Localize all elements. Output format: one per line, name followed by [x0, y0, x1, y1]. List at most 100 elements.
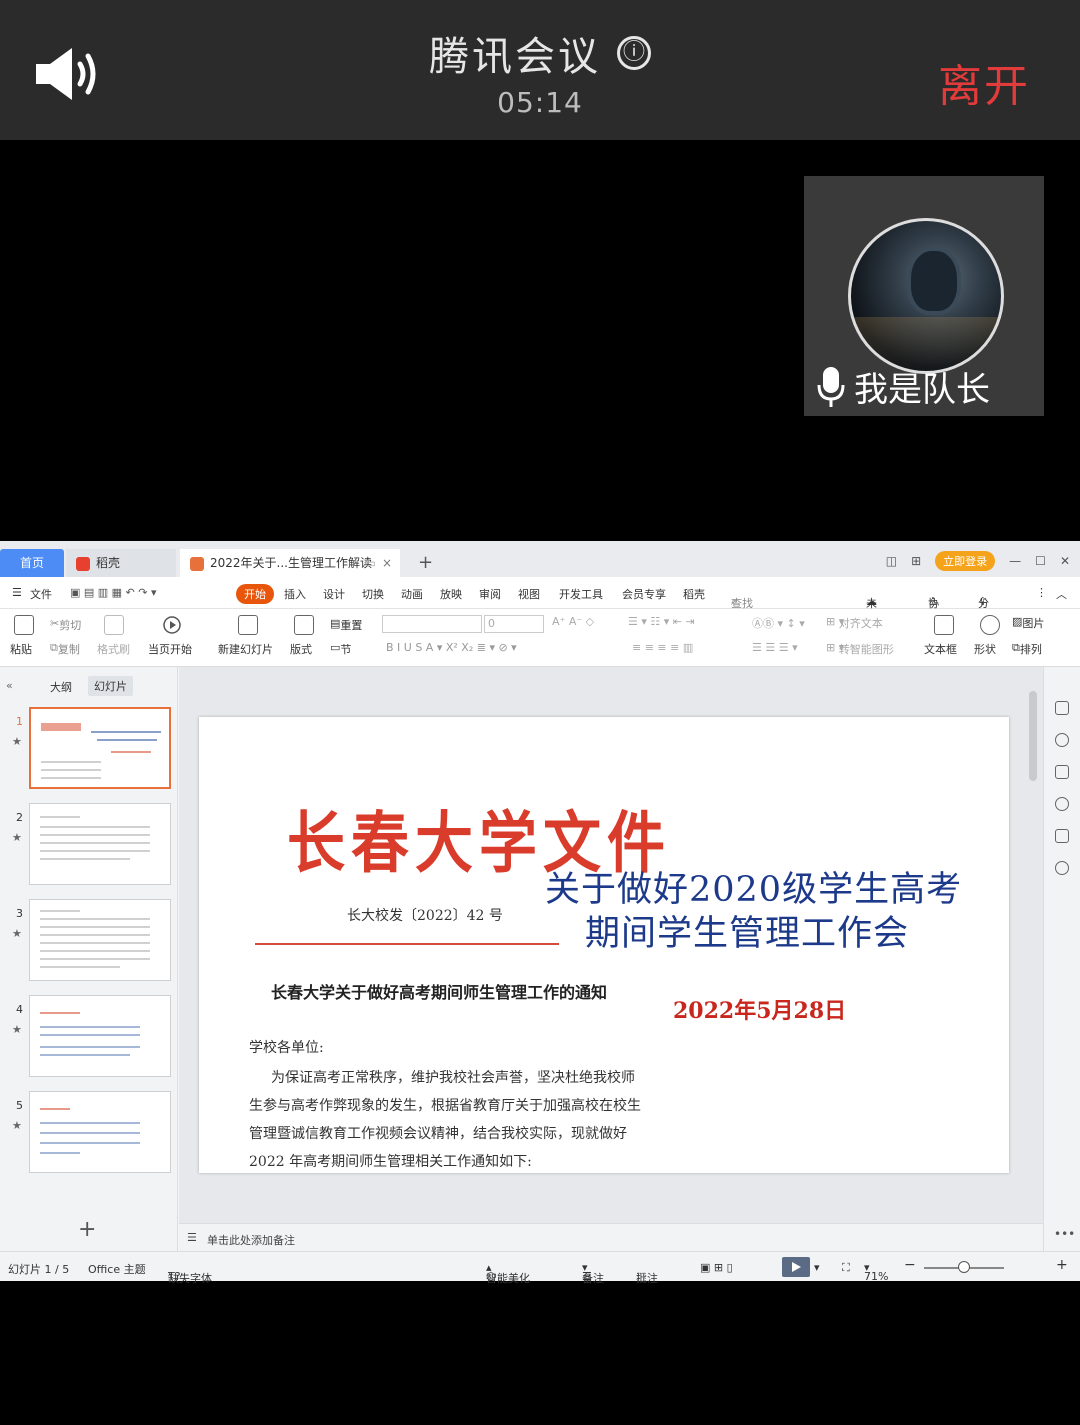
- align-text-label: 对齐文本: [838, 617, 883, 630]
- format-brush-button[interactable]: 格式刷: [97, 641, 130, 657]
- collapse-ribbon-icon[interactable]: ︿: [1056, 586, 1067, 602]
- menu-review[interactable]: 审阅: [479, 586, 501, 602]
- image-icon[interactable]: [1055, 829, 1069, 843]
- notes-toggle[interactable]: ☰ 备注 ▾: [582, 1261, 604, 1285]
- zoom-in-icon[interactable]: +: [1056, 1257, 1068, 1273]
- slide-thumbnail-1[interactable]: [29, 707, 171, 789]
- play-from-current-icon[interactable]: [162, 615, 182, 635]
- slide-thumbnail-3[interactable]: [29, 899, 171, 981]
- collapse-panel-icon[interactable]: «: [6, 679, 13, 692]
- new-tab-icon[interactable]: +: [408, 549, 433, 577]
- format-brush-icon[interactable]: [104, 615, 124, 635]
- thumb-line: [40, 1132, 140, 1134]
- reset-button[interactable]: ▤ 重置: [330, 617, 362, 632]
- slide-thumbnail-4[interactable]: [29, 995, 171, 1077]
- menu-switch[interactable]: 切换: [362, 586, 384, 602]
- slideshow-play-button[interactable]: [782, 1257, 810, 1277]
- animation-icon[interactable]: [1055, 733, 1069, 747]
- beautify-button[interactable]: ⬡ 智能美化 ▴: [486, 1261, 530, 1285]
- spacing-tools[interactable]: ☰ ☰ ☰ ▾: [752, 641, 798, 654]
- cut-button[interactable]: ✂ 剪切: [50, 617, 81, 632]
- tab-window-icon[interactable]: ▭: [365, 549, 376, 577]
- play-icon: [792, 1262, 801, 1272]
- apps-icon[interactable]: ⊞: [911, 554, 921, 568]
- menu-animation[interactable]: 动画: [401, 586, 423, 602]
- fit-window-icon[interactable]: ⛶: [842, 1261, 850, 1275]
- view-mode-buttons[interactable]: ▣ ⊞ ▯: [700, 1261, 733, 1274]
- layout-icon[interactable]: ◫: [886, 554, 897, 568]
- paste-icon[interactable]: [14, 615, 34, 635]
- tab-outline[interactable]: 大纲: [50, 679, 72, 695]
- section-button[interactable]: ▭ 节: [330, 641, 351, 656]
- layout-icon[interactable]: [294, 615, 314, 635]
- more-icon[interactable]: ⋮: [1036, 586, 1047, 599]
- zoom-value[interactable]: 71% ▾: [864, 1261, 888, 1283]
- tab-document[interactable]: 2022年关于...生管理工作解读 ▭ ×: [180, 549, 400, 577]
- slide-thumbnail-2[interactable]: [29, 803, 171, 885]
- info-icon[interactable]: ⓘ: [617, 36, 651, 70]
- vertical-scrollbar[interactable]: [1029, 677, 1037, 1197]
- tab-slides[interactable]: 幻灯片: [88, 676, 133, 696]
- paragraph-align-tools[interactable]: ≡ ≡ ≡ ≡ ▥: [632, 641, 693, 654]
- thumb-line: [40, 918, 150, 920]
- close-icon[interactable]: ✕: [1060, 554, 1070, 568]
- list-tools[interactable]: ☰ ▾ ☷ ▾ ⇤ ⇥: [628, 615, 695, 628]
- maximize-icon[interactable]: ☐: [1035, 554, 1046, 568]
- zoom-slider-knob[interactable]: [958, 1261, 970, 1273]
- text-format-tools[interactable]: B I U S A ▾ X² X₂ ≣ ▾ ⊘ ▾: [386, 641, 517, 654]
- tab-home[interactable]: 首页: [0, 549, 64, 577]
- scrollbar-thumb[interactable]: [1029, 691, 1037, 781]
- theme-name[interactable]: Office 主题: [88, 1261, 146, 1277]
- from-current-button[interactable]: 当页开始: [148, 641, 192, 657]
- shape-button[interactable]: 形状: [974, 641, 996, 657]
- status-bar: 幻灯片 1 / 5 Office 主题 T? 缺失字体 ⬡ 智能美化 ▴ ☰ 备注…: [0, 1251, 1080, 1285]
- smart-shape-button[interactable]: ⊞ 转智能图形 ▾: [826, 641, 894, 656]
- font-size-tools[interactable]: A⁺ A⁻ ◇: [552, 615, 594, 628]
- menu-start[interactable]: 开始: [236, 584, 274, 604]
- menu-file[interactable]: 文件: [30, 586, 52, 602]
- thumb-line: [40, 1108, 70, 1110]
- thumb-line: [91, 731, 161, 733]
- textbox-icon[interactable]: [934, 615, 954, 635]
- paste-button[interactable]: 粘贴: [10, 641, 32, 657]
- textbox-button[interactable]: 文本框: [924, 641, 957, 657]
- copy-button[interactable]: ⧉ 复制: [50, 641, 80, 656]
- properties-icon[interactable]: [1055, 701, 1069, 715]
- quick-access-icons[interactable]: ▣ ▤ ▥ ▦ ↶ ↷ ▾: [70, 586, 157, 599]
- help-icon[interactable]: [1055, 797, 1069, 811]
- more-tools-icon[interactable]: •••: [1054, 1227, 1075, 1241]
- new-slide-button[interactable]: 新建幻灯片: [218, 641, 273, 657]
- login-button[interactable]: 立即登录: [935, 551, 996, 571]
- participant-name-label: 我是队长: [854, 370, 990, 410]
- font-family-select[interactable]: [382, 615, 482, 633]
- location-icon[interactable]: [1055, 861, 1069, 875]
- minimize-icon[interactable]: —: [1009, 554, 1021, 568]
- tab-daoke[interactable]: 稻壳: [66, 549, 176, 577]
- participant-tile[interactable]: 我是队长: [804, 176, 1044, 416]
- notes-bar[interactable]: ☰ 单击此处添加备注: [179, 1223, 1043, 1251]
- menu-daoke[interactable]: 稻壳: [683, 586, 705, 602]
- hamburger-icon[interactable]: ☰: [12, 586, 22, 599]
- menu-member[interactable]: 会员专享: [622, 586, 666, 602]
- shape-icon[interactable]: [980, 615, 1000, 635]
- slide-thumbnail-5[interactable]: [29, 1091, 171, 1173]
- leave-button[interactable]: 离开: [938, 50, 1030, 114]
- menu-insert[interactable]: 插入: [284, 586, 306, 602]
- transition-icon[interactable]: [1055, 765, 1069, 779]
- picture-button[interactable]: ▨ 图片: [1012, 615, 1044, 630]
- font-size-select[interactable]: 0: [484, 615, 544, 633]
- current-slide[interactable]: 长春大学文件 长大校发〔2022〕42 号 长春大学关于做好高考期间师生管理工作…: [199, 717, 1009, 1173]
- menu-dev[interactable]: 开发工具: [559, 586, 603, 602]
- direction-tools[interactable]: ⒶⒷ ▾ ↕ ▾: [752, 615, 805, 631]
- menu-show[interactable]: 放映: [440, 586, 462, 602]
- arrange-button[interactable]: ⧉ 排列: [1012, 641, 1042, 656]
- align-text-button[interactable]: ⊞ 对齐文本 ▾: [826, 615, 883, 630]
- menu-view[interactable]: 视图: [518, 586, 540, 602]
- zoom-out-icon[interactable]: −: [904, 1257, 916, 1273]
- play-options-icon[interactable]: ▾: [814, 1261, 820, 1274]
- new-slide-icon[interactable]: [238, 615, 258, 635]
- layout-button[interactable]: 版式: [290, 641, 312, 657]
- add-slide-icon[interactable]: +: [78, 1217, 96, 1242]
- menu-design[interactable]: 设计: [323, 586, 345, 602]
- tab-close-icon[interactable]: ×: [382, 549, 392, 577]
